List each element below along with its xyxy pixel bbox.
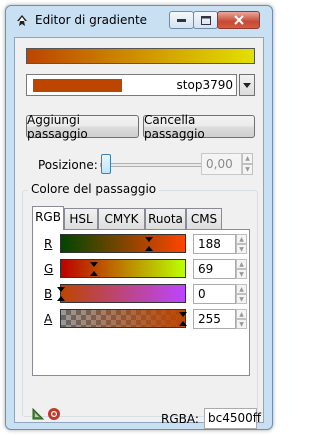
delete-stop-button[interactable]: Cancella passaggio — [143, 113, 255, 141]
channel-input-g[interactable]: 69 — [193, 259, 236, 279]
minimize-button[interactable] — [169, 11, 194, 29]
rgba-input[interactable]: bc4500ff — [204, 408, 261, 429]
tab-rgb[interactable]: RGB — [32, 206, 64, 230]
rgba-label: RGBA: — [161, 412, 199, 426]
close-icon — [233, 15, 244, 25]
channel-r-increment-button[interactable]: ▲ — [236, 234, 247, 244]
color-picker-icon[interactable] — [31, 407, 45, 421]
channel-slider-a-marker-top — [179, 312, 187, 317]
channel-b-increment-button[interactable]: ▲ — [236, 284, 247, 294]
gradient-editor-window: Editor di gradiente stop3790 Aggiungi pa… — [5, 5, 273, 430]
channel-slider-g-marker-bottom — [90, 271, 98, 276]
channel-slider-a[interactable] — [60, 309, 187, 328]
channel-label-r: R — [44, 237, 53, 251]
stop-selector-field[interactable]: stop3790 — [26, 74, 237, 96]
gradient-preview — [26, 48, 255, 64]
tab-hsl[interactable]: HSL — [64, 208, 98, 229]
title-bar[interactable]: Editor di gradiente — [6, 6, 272, 34]
channel-slider-b-marker-bottom — [57, 296, 65, 301]
minimize-icon — [177, 18, 186, 22]
channel-input-b[interactable]: 0 — [193, 284, 236, 304]
channel-slider-r-marker-top — [145, 237, 153, 242]
position-input[interactable]: 0,00 — [201, 153, 242, 175]
channel-r-decrement-button[interactable]: ▼ — [236, 244, 247, 254]
unset-color-icon[interactable] — [47, 407, 61, 421]
channel-slider-b-marker-top — [57, 287, 65, 292]
dialog-body: stop3790 Aggiungi passaggio Cancella pas… — [14, 37, 264, 429]
position-increment-button[interactable]: ▲ — [242, 153, 253, 164]
channel-label-g: G — [44, 262, 54, 276]
channel-g-decrement-button[interactable]: ▼ — [236, 269, 247, 279]
channel-slider-a-marker-bottom — [179, 321, 187, 326]
stop-selector-dropdown-button[interactable] — [239, 74, 255, 96]
channel-b-decrement-button[interactable]: ▼ — [236, 294, 247, 304]
stop-name: stop3790 — [176, 78, 233, 92]
channel-slider-r-marker-bottom — [145, 246, 153, 251]
maximize-button[interactable] — [193, 11, 218, 29]
channel-slider-b[interactable] — [57, 284, 186, 303]
close-button[interactable] — [217, 11, 260, 29]
channel-slider-g[interactable] — [60, 259, 186, 278]
stop-color-swatch — [33, 79, 122, 92]
position-decrement-button[interactable]: ▼ — [242, 164, 253, 175]
channel-label-a: A — [44, 312, 53, 326]
channel-label-b: B — [44, 287, 53, 301]
channel-slider-g-marker-top — [90, 262, 98, 267]
stop-selector[interactable]: stop3790 — [26, 74, 255, 96]
position-slider-track[interactable] — [100, 163, 204, 167]
channel-input-r[interactable]: 188 — [193, 234, 236, 254]
tab-cmyk[interactable]: CMYK — [98, 208, 145, 229]
tab-ruota[interactable]: Ruota — [145, 208, 186, 229]
position-slider-thumb[interactable] — [101, 154, 111, 174]
chevron-down-icon — [243, 82, 251, 88]
position-label: Posizione: — [38, 158, 98, 172]
tab-cms[interactable]: CMS — [186, 208, 222, 229]
channel-g-increment-button[interactable]: ▲ — [236, 259, 247, 269]
channel-a-decrement-button[interactable]: ▼ — [236, 319, 247, 329]
channel-slider-r[interactable] — [60, 234, 186, 253]
window-title: Editor di gradiente — [35, 13, 148, 27]
maximize-icon — [200, 15, 211, 25]
add-stop-button[interactable]: Aggiungi passaggio — [26, 113, 139, 141]
stop-color-group-title: Colore del passaggio — [28, 182, 160, 196]
channel-input-a[interactable]: 255 — [193, 309, 236, 329]
channel-a-increment-button[interactable]: ▲ — [236, 309, 247, 319]
inkscape-icon — [17, 15, 27, 26]
